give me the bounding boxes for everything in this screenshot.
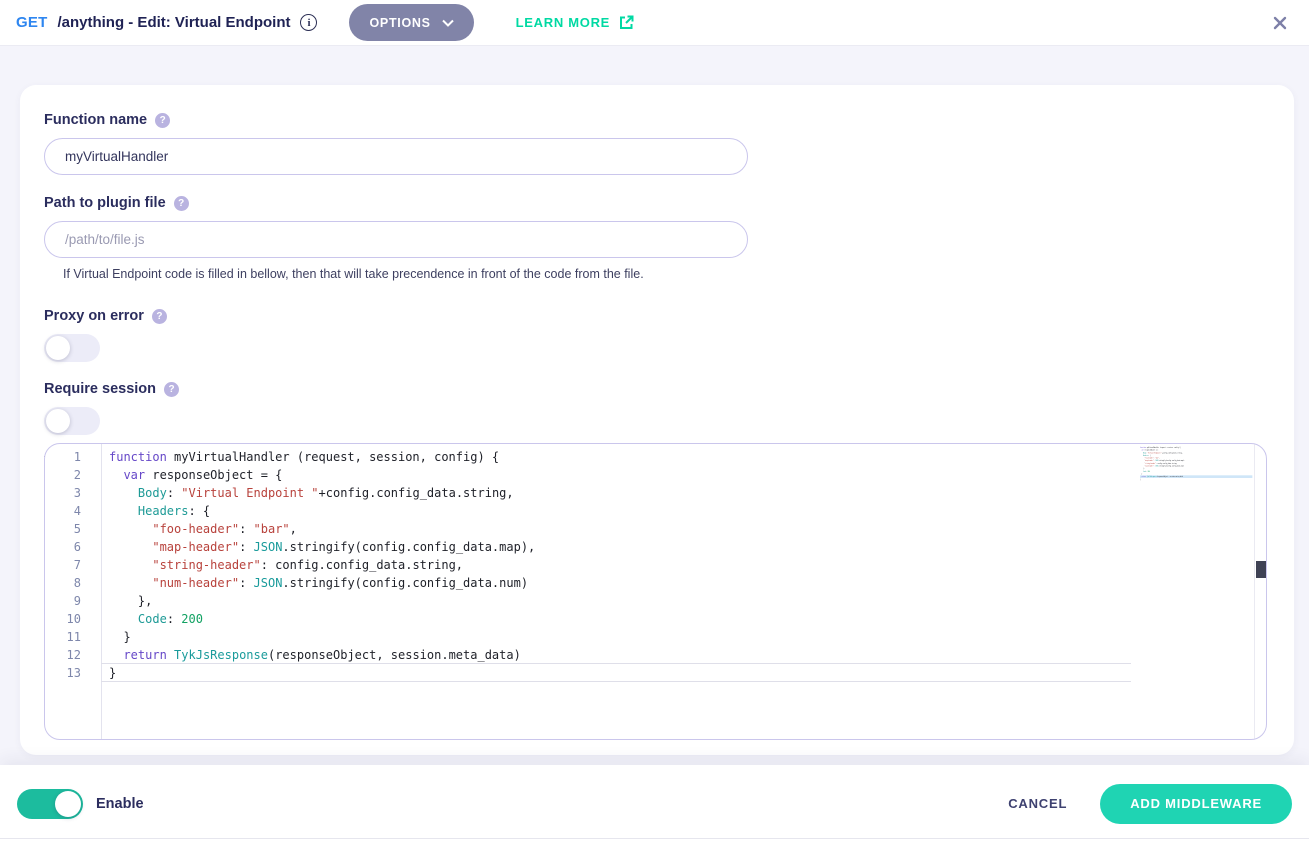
cancel-button[interactable]: CANCEL [1008, 796, 1067, 811]
enable-toggle[interactable] [17, 789, 83, 819]
close-button[interactable] [1273, 16, 1287, 30]
options-button-label: OPTIONS [369, 16, 430, 30]
close-icon [1273, 16, 1287, 30]
bottom-action-bar: Enable CANCEL ADD MIDDLEWARE [0, 765, 1309, 842]
help-icon[interactable]: ? [164, 382, 179, 397]
require-session-toggle[interactable] [44, 407, 100, 435]
require-session-label: Require session [44, 381, 156, 397]
proxy-on-error-label: Proxy on error [44, 308, 144, 324]
function-name-input[interactable] [44, 138, 748, 175]
plugin-path-label: Path to plugin file [44, 195, 166, 211]
editor-gutter: 12345678910111213 [45, 444, 102, 739]
info-icon[interactable]: i [300, 14, 317, 31]
enable-label: Enable [96, 796, 144, 812]
proxy-on-error-label-row: Proxy on error ? [44, 308, 1270, 324]
help-icon[interactable]: ? [155, 113, 170, 128]
endpoint-title: /anything - Edit: Virtual Endpoint [57, 14, 290, 31]
options-button[interactable]: OPTIONS [349, 4, 473, 41]
proxy-on-error-toggle[interactable] [44, 334, 100, 362]
help-icon[interactable]: ? [174, 196, 189, 211]
function-name-label-row: Function name ? [44, 112, 1270, 128]
require-session-label-row: Require session ? [44, 381, 1270, 397]
editor-minimap: function myVirtualHandler (request, sess… [1140, 446, 1253, 486]
external-link-icon [618, 14, 635, 31]
editor-minimap-content: function myVirtualHandler (request, sess… [1140, 446, 1252, 481]
http-method-badge: GET [16, 14, 47, 31]
chevron-down-icon [442, 19, 454, 27]
plugin-path-label-row: Path to plugin file ? [44, 195, 1270, 211]
function-name-label: Function name [44, 112, 147, 128]
learn-more-label: LEARN MORE [516, 15, 610, 30]
dialog-header: GET /anything - Edit: Virtual Endpoint i… [0, 0, 1309, 46]
editor-code[interactable]: function myVirtualHandler (request, sess… [102, 444, 1266, 739]
editor-scrollbar[interactable] [1254, 444, 1266, 739]
learn-more-link[interactable]: LEARN MORE [516, 14, 635, 31]
code-editor[interactable]: 12345678910111213 function myVirtualHand… [44, 443, 1267, 740]
add-middleware-button[interactable]: ADD MIDDLEWARE [1100, 784, 1292, 824]
plugin-path-input[interactable] [44, 221, 748, 258]
middleware-panel: Function name ? Path to plugin file ? If… [20, 85, 1294, 755]
help-icon[interactable]: ? [152, 309, 167, 324]
toggle-knob [46, 336, 70, 360]
toggle-knob [55, 791, 81, 817]
plugin-path-helper-text: If Virtual Endpoint code is filled in be… [63, 267, 1270, 281]
toggle-knob [46, 409, 70, 433]
scrollbar-thumb[interactable] [1256, 561, 1266, 578]
